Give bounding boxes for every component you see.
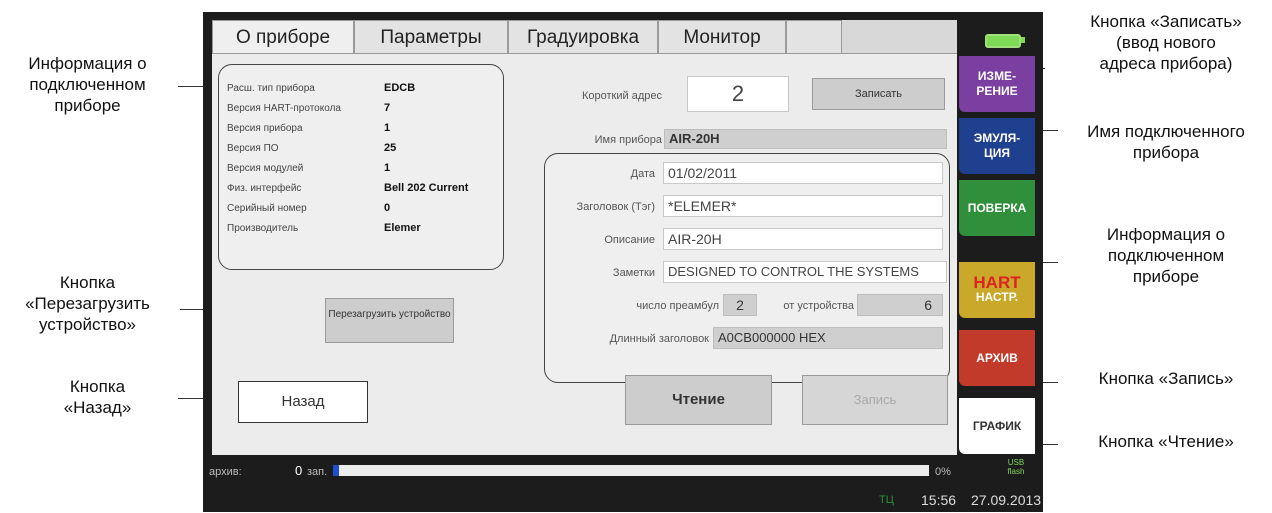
clock-date: 27.09.2013: [971, 492, 1042, 508]
tag-field[interactable]: *ELEMER*: [663, 195, 943, 217]
description-field[interactable]: AIR-20H: [663, 228, 943, 250]
archive-count: 0: [295, 463, 302, 478]
tab-calibration[interactable]: Градуировка: [508, 20, 658, 54]
side-archive-button[interactable]: АРХИВ: [959, 330, 1035, 386]
callout-write-addr: Кнопка «Записать» (ввод нового адреса пр…: [1090, 12, 1242, 73]
long-tag-field: A0CB000000 HEX: [713, 327, 943, 349]
callout-back: Кнопка «Назад»: [63, 377, 132, 417]
callout-device-name: Имя подключенного прибора: [1087, 122, 1245, 162]
tag-label: Заголовок (Тэг): [576, 201, 655, 213]
side-emulation-button[interactable]: ЭМУЛЯ-ЦИЯ: [959, 118, 1035, 174]
callout-read: Кнопка «Чтение»: [1098, 432, 1234, 451]
tab-about[interactable]: О приборе: [212, 20, 354, 54]
archive-label: архив:: [209, 466, 242, 478]
short-address-label: Короткий адрес: [582, 90, 662, 102]
notes-field[interactable]: DESIGNED TO CONTROL THE SYSTEMS: [663, 261, 947, 283]
about-panel: Расш. тип прибора EDCB Версия HART-прото…: [212, 54, 957, 455]
description-label: Описание: [604, 234, 655, 246]
info-value: 7: [384, 102, 391, 114]
date-field[interactable]: 01/02/2011: [663, 162, 943, 184]
callout-write: Кнопка «Запись»: [1098, 369, 1234, 388]
archive-progress-bar: [333, 465, 929, 476]
info-label: Версия HART-протокола: [227, 103, 341, 114]
side-verification-label: ПОВЕРКА: [967, 200, 1027, 215]
tab-parameters[interactable]: Параметры: [354, 20, 508, 54]
tab-empty[interactable]: [786, 20, 842, 54]
info-label: Версия модулей: [227, 163, 304, 174]
read-button[interactable]: Чтение: [625, 375, 772, 425]
long-tag-label: Длинный заголовок: [609, 333, 709, 345]
battery-tip: [1021, 37, 1025, 43]
write-button[interactable]: Запись: [802, 375, 948, 425]
side-chart-label: ГРАФИК: [972, 418, 1022, 433]
tc-indicator: ТЦ: [879, 494, 894, 506]
from-device-label: от устройства: [783, 300, 854, 312]
side-hart-label: HART: [973, 273, 1021, 292]
info-value: 1: [384, 122, 391, 134]
reboot-device-label: Перезагрузить устройство: [328, 309, 451, 320]
side-measure-label: ИЗМЕ-РЕНИЕ: [976, 69, 1018, 98]
side-hart-label2: НАСТР.: [975, 290, 1019, 304]
info-label: Физ. интерфейс: [227, 183, 302, 194]
info-value: 25: [384, 142, 397, 154]
side-emulation-label: ЭМУЛЯ-ЦИЯ: [973, 131, 1021, 160]
info-label: Расш. тип прибора: [227, 83, 315, 94]
info-label: Версия ПО: [227, 143, 279, 154]
info-value: Bell 202 Current: [384, 182, 469, 194]
reboot-device-button[interactable]: Перезагрузить устройство: [325, 298, 454, 343]
callout-reboot: Кнопка «Перезагрузить устройство»: [25, 273, 150, 334]
info-value: 1: [384, 162, 391, 174]
info-value: EDCB: [384, 82, 416, 94]
callout-info-left: Информация о подключенном приборе: [28, 54, 147, 115]
back-button[interactable]: Назад: [238, 381, 368, 423]
clock-time: 15:56: [921, 492, 957, 508]
preamble-label: число преамбул: [636, 300, 719, 312]
device-info-group: Расш. тип прибора EDCB Версия HART-прото…: [218, 64, 504, 270]
tab-monitor[interactable]: Монитор: [658, 20, 786, 54]
side-chart-button[interactable]: ГРАФИК: [959, 398, 1035, 454]
device-details-group: Дата 01/02/2011 Заголовок (Тэг) *ELEMER*…: [544, 153, 950, 383]
device-name-label: Имя прибора: [594, 134, 662, 146]
side-measure-button[interactable]: ИЗМЕ-РЕНИЕ: [959, 56, 1035, 112]
device-screen: О приборе Параметры Градуировка Монитор …: [212, 20, 957, 455]
short-address-input[interactable]: 2: [687, 76, 789, 112]
info-value: Elemer: [384, 222, 421, 234]
info-label: Серийный номер: [227, 203, 307, 214]
device-frame: О приборе Параметры Градуировка Монитор …: [203, 12, 1043, 512]
date-label: Дата: [630, 168, 655, 180]
info-label: Версия прибора: [227, 123, 303, 134]
side-archive-label: АРХИВ: [976, 350, 1018, 365]
preamble-field: 2: [723, 294, 757, 316]
device-name-field: AIR-20H: [664, 129, 947, 149]
archive-count-value: 0: [295, 463, 303, 478]
callout-info-right: Информация о подключенном приборе: [1106, 225, 1226, 286]
usb-flash-indicator: USB flash: [1007, 458, 1025, 476]
info-label: Производитель: [227, 223, 299, 234]
archive-progress-fill: [333, 465, 339, 476]
battery-icon: [985, 34, 1021, 48]
archive-percent: 0%: [935, 466, 951, 478]
write-address-button[interactable]: Записать: [812, 78, 945, 110]
notes-label: Заметки: [612, 267, 655, 279]
side-verification-button[interactable]: ПОВЕРКА: [959, 180, 1035, 236]
side-hart-button[interactable]: HART НАСТР.: [959, 262, 1035, 318]
archive-count-unit: зап.: [307, 466, 328, 478]
info-value: 0: [384, 202, 391, 214]
from-device-field: 6: [857, 294, 943, 316]
